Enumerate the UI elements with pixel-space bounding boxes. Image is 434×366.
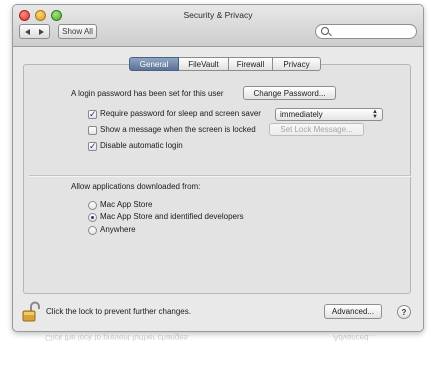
- require-password-checkbox[interactable]: ✓: [88, 110, 97, 119]
- back-arrow-icon: [24, 28, 30, 35]
- reflection-advanced-text: Advanced...: [333, 333, 376, 342]
- back-button[interactable]: [19, 24, 35, 39]
- change-password-button[interactable]: Change Password...: [243, 86, 336, 100]
- login-password-text: A login password has been set for this u…: [71, 89, 224, 98]
- general-panel: [23, 64, 411, 294]
- radio-anywhere[interactable]: [88, 226, 97, 235]
- advanced-button[interactable]: Advanced...: [324, 304, 382, 319]
- preferences-window: Security & Privacy Show All General File…: [12, 4, 424, 332]
- window-reflection: Click the lock to prevent further change…: [12, 332, 422, 366]
- downloads-heading: Allow applications downloaded from:: [71, 182, 201, 191]
- require-password-delay-value: immediately: [280, 110, 323, 119]
- reflection-lock-text: Click the lock to prevent further change…: [45, 333, 190, 342]
- tab-firewall[interactable]: Firewall: [229, 57, 273, 71]
- radio-anywhere-label: Anywhere: [100, 225, 136, 234]
- help-icon[interactable]: ?: [397, 305, 411, 319]
- disable-auto-login-label: Disable automatic login: [100, 141, 183, 150]
- require-password-delay-select[interactable]: immediately ▲ ▼: [275, 108, 383, 121]
- radio-mac-app-store-label: Mac App Store: [100, 200, 153, 209]
- set-lock-message-button[interactable]: Set Lock Message...: [269, 123, 364, 136]
- lock-open-icon[interactable]: [21, 300, 41, 324]
- forward-button[interactable]: [34, 24, 50, 39]
- tab-general[interactable]: General: [129, 57, 179, 71]
- radio-identified-developers-label: Mac App Store and identified developers: [100, 212, 244, 221]
- window-title: Security & Privacy: [183, 10, 253, 20]
- radio-identified-developers[interactable]: [88, 213, 97, 222]
- tab-privacy[interactable]: Privacy: [273, 57, 321, 71]
- title-bar: Security & Privacy Show All: [13, 5, 423, 47]
- show-message-label: Show a message when the screen is locked: [100, 125, 256, 134]
- show-message-checkbox[interactable]: [88, 126, 97, 135]
- show-all-button[interactable]: Show All: [58, 24, 97, 39]
- chevron-updown-icon: ▲ ▼: [372, 109, 378, 120]
- forward-arrow-icon: [39, 28, 44, 35]
- search-field[interactable]: [315, 24, 417, 39]
- search-icon: [321, 27, 329, 35]
- disable-auto-login-checkbox[interactable]: ✓: [88, 142, 97, 151]
- radio-mac-app-store[interactable]: [88, 201, 97, 210]
- section-divider: [29, 175, 411, 177]
- lock-text: Click the lock to prevent further change…: [46, 307, 191, 316]
- require-password-label: Require password for sleep and screen sa…: [100, 109, 261, 118]
- tab-filevault[interactable]: FileVault: [179, 57, 229, 71]
